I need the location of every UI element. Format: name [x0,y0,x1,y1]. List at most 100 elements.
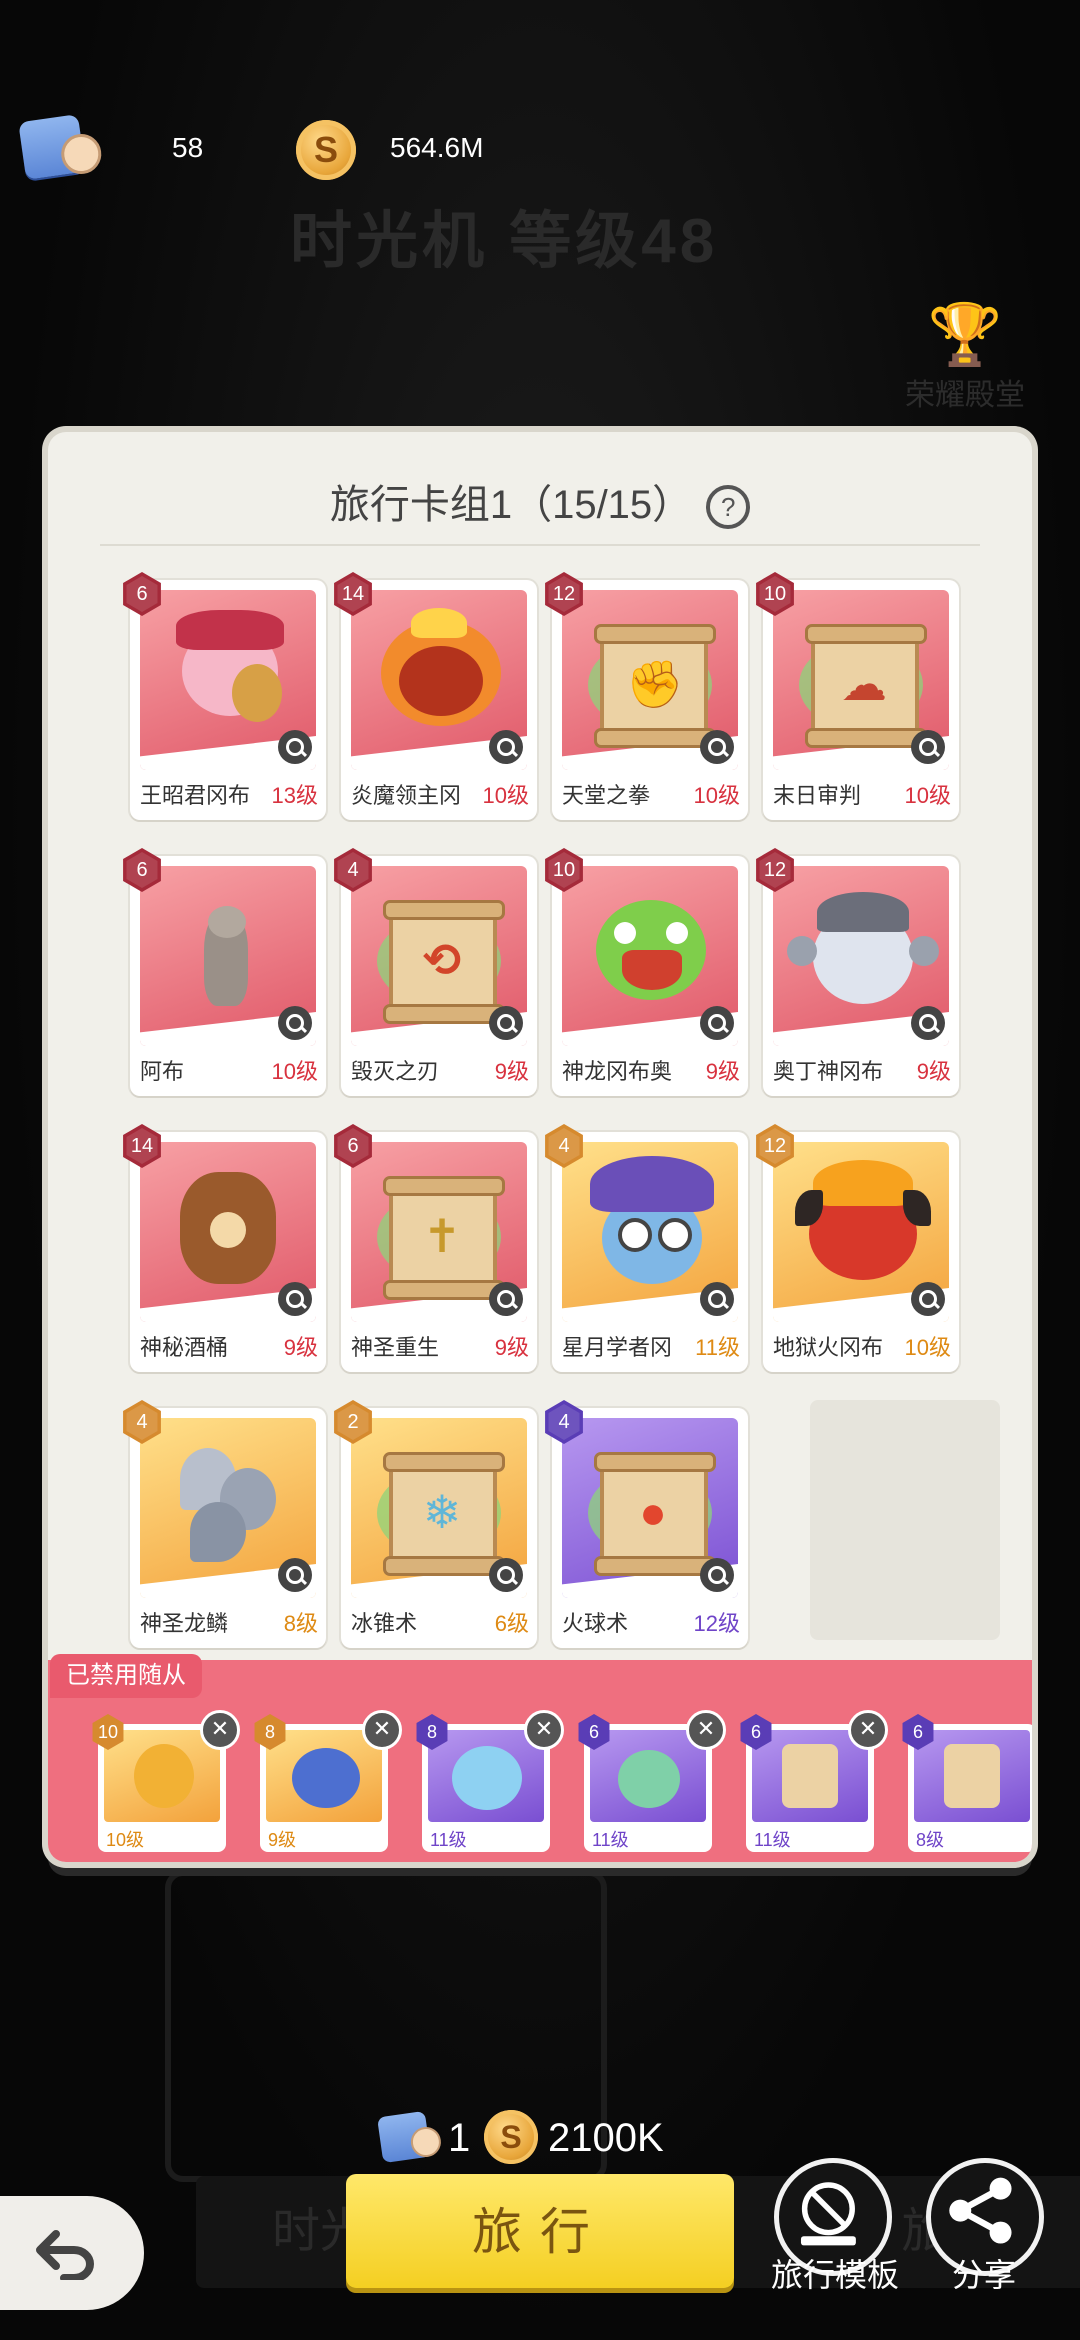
card-name: 王昭君冈布 [140,783,250,808]
card-11[interactable]: 12 地狱火冈布 10级 [756,1124,959,1372]
follower-art [266,1730,382,1822]
card-level: 10级 [482,783,529,808]
empty-card-slot[interactable] [810,1400,1000,1640]
banned-follower-2[interactable]: 8 11级 ✕ [416,1710,564,1852]
card-level: 10级 [693,783,740,808]
card-name: 地狱火冈布 [773,1335,883,1360]
banned-follower-3[interactable]: 6 11级 ✕ [578,1710,726,1852]
magnify-icon[interactable] [278,1558,312,1592]
magnify-icon[interactable] [911,730,945,764]
follower-art [590,1730,706,1822]
card-2[interactable]: ✊ 12 天堂之拳 10级 [545,572,748,820]
card-level: 9级 [494,1059,529,1084]
follower-art [752,1730,868,1822]
card-name: 星月学者冈 [562,1335,672,1360]
count-badge: 14 [331,572,375,616]
card-level: 12级 [693,1611,740,1636]
follower-level: 10级 [106,1830,145,1850]
count-badge: 6 [331,1124,375,1168]
card-12[interactable]: 4 神圣龙鳞 8级 [123,1400,326,1648]
card-13[interactable]: ❄ 2 冰锥术 6级 [334,1400,537,1648]
banned-followers-list: 10 10级 ✕ 8 9级 ✕ 8 11级 ✕ 6 11级 ✕ 6 11级 ✕ [88,1706,1032,1856]
count-badge: 12 [542,572,586,616]
deck-title: 旅行卡组1（15/15） [329,483,693,527]
count-badge: 10 [542,848,586,892]
card-name: 奥丁神冈布 [773,1059,883,1084]
magnify-icon[interactable] [700,730,734,764]
background-title: 时光机 等级48 [290,207,719,276]
help-icon[interactable]: ? [706,485,751,530]
card-level: 11级 [695,1335,740,1360]
ticket-count: 58 [172,132,204,163]
card-8[interactable]: 14 神秘酒桶 9级 [123,1124,326,1372]
follower-art [914,1730,1030,1822]
magnify-icon[interactable] [911,1282,945,1316]
card-level: 10级 [904,1335,951,1360]
count-badge: 2 [331,1400,375,1444]
count-badge: 4 [542,1400,586,1444]
card-name: 炎魔领主冈 [351,783,461,808]
magnify-icon[interactable] [700,1282,734,1316]
magnify-icon[interactable] [489,1006,523,1040]
ticket-icon [18,114,86,180]
card-name: 天堂之拳 [562,783,651,808]
card-0[interactable]: 6 王昭君冈布 13级 [123,572,326,820]
count-badge: 4 [331,848,375,892]
count-badge: 6 [120,848,164,892]
trophy-icon: 🏆 [927,301,1003,368]
banned-follower-1[interactable]: 8 9级 ✕ [254,1710,402,1852]
banned-followers-label: 已禁用随从 [50,1654,202,1698]
card-level: 10级 [904,783,951,808]
count-badge: 4 [120,1400,164,1444]
magnify-icon[interactable] [278,1006,312,1040]
remove-icon[interactable]: ✕ [686,1710,726,1750]
card-level: 9级 [705,1059,740,1084]
card-name: 火球术 [562,1611,629,1636]
card-level: 6级 [494,1611,529,1636]
card-10[interactable]: 4 星月学者冈 11级 [545,1124,748,1372]
card-4[interactable]: 6 阿布 10级 [123,848,326,1096]
card-6[interactable]: 10 神龙冈布奥 9级 [545,848,748,1096]
currency-bar: 58 S 564.6M [0,110,1080,190]
back-arrow-icon [36,2230,94,2280]
remove-icon[interactable]: ✕ [362,1710,402,1750]
remove-icon[interactable]: ✕ [524,1710,564,1750]
back-button[interactable] [0,2196,144,2310]
card-level: 9级 [916,1059,951,1084]
card-5[interactable]: ⟲ 4 毁灭之刃 9级 [334,848,537,1096]
card-name: 神龙冈布奥 [562,1059,672,1084]
card-name: 毁灭之刃 [351,1059,440,1084]
coin-count: 564.6M [390,132,484,163]
travel-template-label: 旅行模板 [770,2257,899,2293]
magnify-icon[interactable] [911,1006,945,1040]
card-9[interactable]: ✝ 6 神圣重生 9级 [334,1124,537,1372]
magnify-icon[interactable] [489,1558,523,1592]
card-1[interactable]: 14 炎魔领主冈 10级 [334,572,537,820]
magnify-icon[interactable] [700,1558,734,1592]
card-3[interactable]: ☁ 10 末日审判 10级 [756,572,959,820]
magnify-icon[interactable] [700,1006,734,1040]
cost-coins: 2100K [548,2116,664,2160]
background-trophy: 🏆 荣耀殿堂 [905,300,1025,414]
follower-level: 8级 [916,1830,945,1850]
follower-level: 11级 [754,1830,791,1850]
card-name: 神秘酒桶 [140,1335,229,1360]
remove-icon[interactable]: ✕ [848,1710,888,1750]
remove-icon[interactable]: ✕ [200,1710,240,1750]
travel-button[interactable]: 旅行 [346,2174,734,2288]
card-7[interactable]: 12 奥丁神冈布 9级 [756,848,959,1096]
magnify-icon[interactable] [278,1282,312,1316]
banned-follower-0[interactable]: 10 10级 ✕ [92,1710,240,1852]
banned-follower-4[interactable]: 6 11级 ✕ [740,1710,888,1852]
magnify-icon[interactable] [489,730,523,764]
count-badge: 14 [120,1124,164,1168]
card-level: 8级 [283,1611,318,1636]
share-label: 分享 [951,2257,1016,2293]
card-14[interactable]: ● 4 火球术 12级 [545,1400,748,1648]
magnify-icon[interactable] [489,1282,523,1316]
magnify-icon[interactable] [278,730,312,764]
cost-tickets: 1 [448,2116,471,2160]
count-badge: 4 [542,1124,586,1168]
card-name: 冰锥术 [351,1611,418,1636]
banned-follower-5[interactable]: 6 8级 [902,1714,1032,1852]
